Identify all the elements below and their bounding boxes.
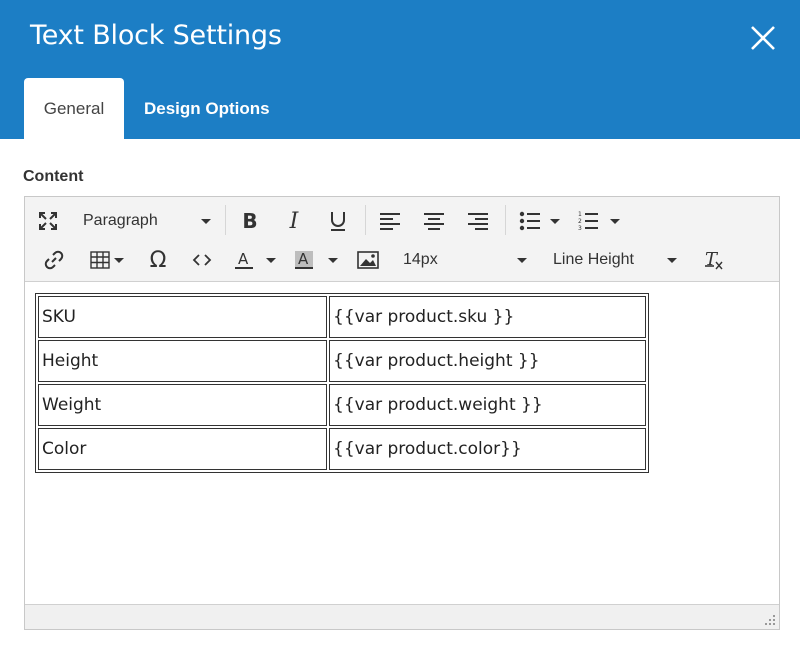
text-color-dropdown[interactable] (263, 246, 279, 274)
chevron-down-icon (201, 218, 211, 224)
attribute-name-cell[interactable]: Height (38, 340, 327, 382)
numbered-list-dropdown[interactable] (607, 207, 623, 235)
svg-text:2: 2 (578, 218, 582, 225)
numbered-list-icon: 123 (578, 211, 598, 232)
source-code-button[interactable] (187, 246, 217, 274)
special-char-icon: Ω (149, 247, 167, 273)
attribute-name-cell[interactable]: Weight (38, 384, 327, 426)
align-center-icon (424, 213, 444, 230)
special-char-button[interactable]: Ω (143, 246, 173, 274)
attribute-value-cell[interactable]: {{var product.weight }} (329, 384, 646, 426)
toolbar-separator (365, 205, 366, 235)
attribute-value-cell[interactable]: {{var product.height }} (329, 340, 646, 382)
block-format-select[interactable]: Paragraph (77, 207, 215, 235)
table-button[interactable] (85, 246, 129, 274)
text-color-button[interactable]: A (229, 246, 259, 274)
attribute-name-cell[interactable]: Color (38, 428, 327, 470)
fullscreen-button[interactable] (33, 207, 63, 235)
align-right-button[interactable] (463, 207, 493, 235)
toolbar-separator (505, 205, 506, 235)
chevron-down-icon (114, 257, 124, 263)
svg-text:1: 1 (578, 211, 582, 218)
editor-statusbar (25, 604, 779, 629)
image-icon (357, 251, 379, 269)
attribute-name-cell[interactable]: SKU (38, 296, 327, 338)
background-color-icon: A (295, 250, 313, 269)
attribute-value-cell[interactable]: {{var product.color}} (329, 428, 646, 470)
editor-content-area[interactable]: SKU {{var product.sku }} Height {{var produ… (25, 283, 779, 603)
clear-formatting-button[interactable]: T (699, 246, 729, 274)
tab-general[interactable]: General (24, 78, 124, 139)
numbered-list-button[interactable]: 123 (573, 207, 603, 235)
clear-formatting-icon: T (705, 249, 723, 270)
chevron-down-icon (610, 218, 620, 224)
dialog-header: Text Block Settings General Design Optio… (0, 0, 800, 139)
fullscreen-icon (39, 212, 57, 230)
bold-button[interactable]: B (235, 207, 265, 235)
font-size-select[interactable]: 14px (397, 246, 531, 274)
text-color-icon: A (235, 250, 253, 269)
table-row: Color {{var product.color}} (38, 428, 646, 470)
svg-text:A: A (298, 250, 309, 268)
resize-handle-icon[interactable] (765, 615, 775, 625)
italic-button[interactable]: I (279, 207, 309, 235)
chevron-down-icon (328, 257, 338, 263)
underline-button[interactable] (323, 207, 353, 235)
table-row: SKU {{var product.sku }} (38, 296, 646, 338)
link-icon (44, 250, 64, 270)
close-button[interactable] (745, 20, 781, 56)
bullet-list-icon (519, 211, 540, 231)
line-height-value: Line Height (553, 251, 634, 268)
svg-text:3: 3 (578, 225, 582, 232)
table-icon (90, 251, 110, 269)
product-spec-table[interactable]: SKU {{var product.sku }} Height {{var produ… (35, 293, 649, 473)
block-format-value: Paragraph (83, 212, 158, 229)
chevron-down-icon (550, 218, 560, 224)
link-button[interactable] (39, 246, 69, 274)
rich-text-editor: Paragraph B I 1 2 3 Ω A A 14px Line Heig… (24, 196, 780, 630)
background-color-dropdown[interactable] (325, 246, 341, 274)
image-button[interactable] (353, 246, 383, 274)
dialog-title: Text Block Settings (30, 20, 282, 51)
align-left-icon (380, 213, 400, 230)
line-height-select[interactable]: Line Height (547, 246, 681, 274)
svg-text:A: A (238, 250, 249, 268)
bullet-list-button[interactable] (515, 207, 545, 235)
table-row: Weight {{var product.weight }} (38, 384, 646, 426)
align-right-icon (468, 213, 488, 230)
chevron-down-icon (517, 257, 527, 263)
bold-icon: B (242, 209, 258, 233)
content-label: Content (23, 168, 84, 185)
tab-design-options[interactable]: Design Options (126, 78, 288, 139)
svg-text:T: T (705, 249, 719, 270)
italic-icon: I (289, 208, 299, 234)
font-size-value: 14px (403, 251, 438, 268)
attribute-value-cell[interactable]: {{var product.sku }} (329, 296, 646, 338)
align-left-button[interactable] (375, 207, 405, 235)
source-code-icon (192, 254, 212, 266)
toolbar-separator (225, 205, 226, 235)
chevron-down-icon (266, 257, 276, 263)
underline-icon (331, 212, 345, 231)
chevron-down-icon (667, 257, 677, 263)
bullet-list-dropdown[interactable] (547, 207, 563, 235)
align-center-button[interactable] (419, 207, 449, 235)
table-row: Height {{var product.height }} (38, 340, 646, 382)
background-color-button[interactable]: A (289, 246, 319, 274)
close-icon (751, 26, 775, 50)
editor-toolbar: Paragraph B I 1 2 3 Ω A A 14px Line Heig… (25, 197, 779, 282)
